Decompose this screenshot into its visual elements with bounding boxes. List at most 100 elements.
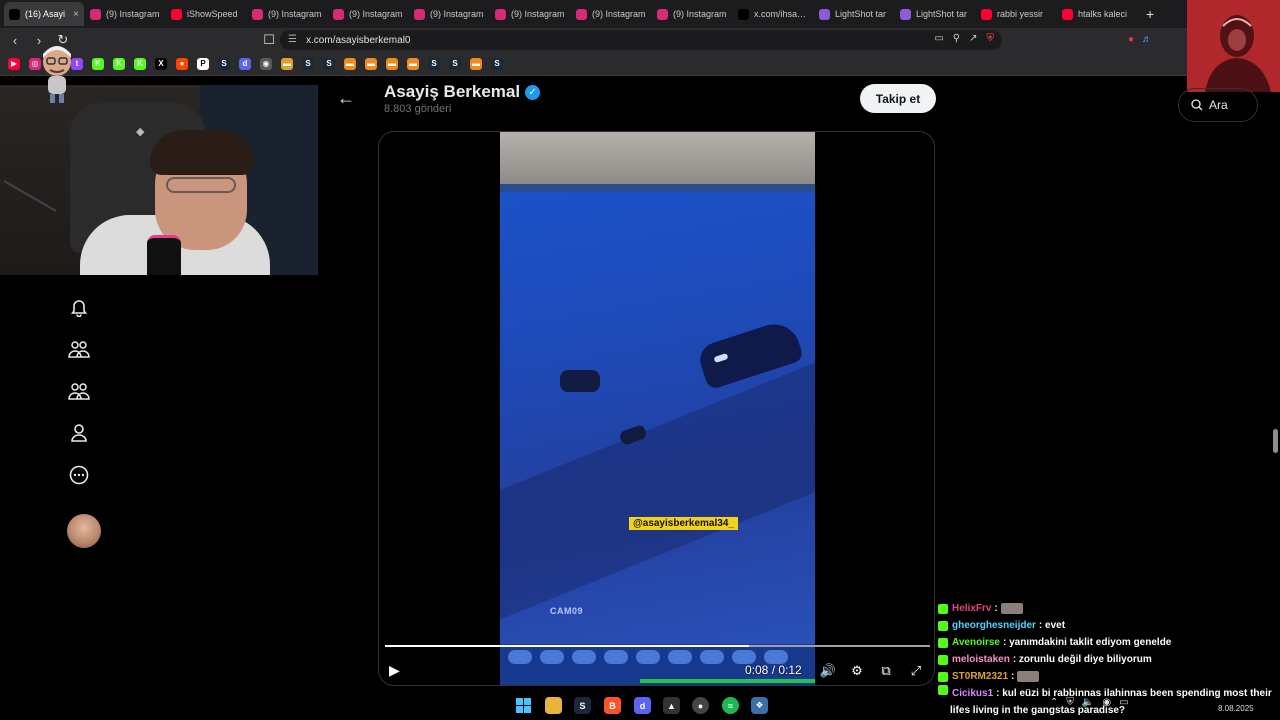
back-icon[interactable]: ‹ [6, 31, 24, 49]
tray-steam-icon[interactable]: ◉ [1102, 697, 1111, 708]
sidebar-item-notifications[interactable] [67, 295, 91, 319]
x-logo-icon[interactable]: X [155, 57, 167, 70]
tab-title: (9) Instagram [106, 9, 160, 19]
folder-icon[interactable]: ▬ [281, 57, 293, 70]
tab-4[interactable]: (9) Instagram [328, 2, 408, 26]
tab-6[interactable]: (9) Instagram [490, 2, 570, 26]
back-arrow-icon[interactable]: ← [337, 88, 357, 108]
follow-button[interactable]: Takip et [860, 84, 936, 113]
spotify-taskbar-icon[interactable]: ≈ [722, 697, 739, 714]
tab-2[interactable]: iShowSpeed [166, 2, 246, 26]
tray-shield-icon[interactable]: ⛨ [1066, 697, 1074, 708]
audio-icon[interactable]: ♬ [1142, 34, 1152, 45]
volume-icon[interactable]: 🔊 [819, 662, 837, 680]
kick-icon[interactable]: K [92, 57, 104, 70]
tab-13[interactable]: htalks kaleci [1057, 2, 1137, 26]
steam-icon[interactable]: S [428, 57, 440, 70]
patreon-icon[interactable]: P [197, 57, 209, 70]
steam-icon[interactable]: S [323, 57, 335, 70]
tab-11[interactable]: LightShot tar [895, 2, 975, 26]
chat-username[interactable]: HelixFrv [952, 603, 991, 614]
discord-icon[interactable]: d [239, 57, 251, 70]
tray-chevron-icon[interactable]: ⌃ [1050, 697, 1058, 708]
chat-username[interactable]: ST0RM2321 [952, 671, 1008, 682]
bookmark-icon[interactable]: ▬ [470, 57, 482, 70]
tab-10[interactable]: LightShot tar [814, 2, 894, 26]
windows-start-icon[interactable] [515, 697, 532, 714]
app-taskbar-icon[interactable]: ▲ [663, 697, 680, 714]
tab-7[interactable]: (9) Instagram [571, 2, 651, 26]
address-bar[interactable]: ☰ x.com/asayisberkemal0 ▭ ⚲ ↗ ⛨ [280, 30, 1002, 50]
brave-taskbar-icon[interactable]: B [604, 697, 621, 714]
tab-3[interactable]: (9) Instagram [247, 2, 327, 26]
bookmark-icon[interactable]: ▬ [365, 57, 377, 70]
tray-display-icon[interactable]: ▭ [1119, 697, 1128, 708]
chat-username[interactable]: Avenoirse [952, 637, 1000, 648]
sticker-avatar-icon [43, 46, 71, 103]
groups-icon [68, 383, 90, 400]
file-explorer-icon[interactable] [545, 697, 562, 714]
search-input[interactable]: Ara [1178, 88, 1258, 122]
dvr-button [636, 650, 660, 664]
steam-icon[interactable]: S [218, 57, 230, 70]
network-app-taskbar-icon[interactable]: ❖ [751, 697, 768, 714]
steam-icon[interactable]: S [302, 57, 314, 70]
camera-label: CAM09 [550, 606, 584, 616]
dvr-button [572, 650, 596, 664]
steam-taskbar-icon[interactable]: S [574, 697, 591, 714]
tab-0[interactable]: (16) Asayi × [4, 2, 84, 26]
video-player[interactable]: @asayisberkemal34_ CAM09 ▶ 0:08 / 0:12 🔊… [378, 131, 935, 686]
tray-volume-icon[interactable]: 🔈 [1082, 697, 1094, 708]
tab-close-icon[interactable]: × [73, 9, 79, 20]
sidebar-item-more[interactable] [67, 463, 91, 487]
tab-5[interactable]: (9) Instagram [409, 2, 489, 26]
kick-icon[interactable]: K [134, 57, 146, 70]
person-icon [71, 424, 87, 442]
obs-taskbar-icon[interactable]: ● [692, 697, 709, 714]
pip-icon[interactable]: ⧉ [877, 662, 895, 680]
dvr-timeline [640, 679, 815, 683]
chat-text: yanımdakini taklit ediyom genelde [1009, 637, 1172, 648]
post-count: 8.803 gönderi [384, 103, 452, 115]
kick-icon[interactable]: K [113, 57, 125, 70]
share-icon[interactable]: ↗ [969, 33, 977, 44]
tab-1[interactable]: (9) Instagram [85, 2, 165, 26]
bookmark-icon[interactable]: ▬ [344, 57, 356, 70]
chat-message: Avenoirse: yanımdakini taklit ediyom gen… [938, 634, 1280, 651]
sidebar-item-communities[interactable] [67, 337, 91, 361]
brave-shield-icon[interactable]: ⛨ [987, 33, 995, 44]
reddit-icon[interactable]: ● [176, 57, 188, 70]
steam-icon[interactable]: S [449, 57, 461, 70]
discord-taskbar-icon[interactable]: d [634, 697, 651, 714]
video-progress-bar[interactable] [385, 645, 930, 647]
youtube-icon [171, 8, 182, 20]
chat-username[interactable]: meloistaken [952, 654, 1010, 665]
sidebar-item-groups[interactable] [67, 379, 91, 403]
play-icon[interactable]: ▶ [389, 662, 405, 678]
tab-12[interactable]: rabbi yessir [976, 2, 1056, 26]
bookmark-icon[interactable]: ▬ [386, 57, 398, 70]
fullscreen-icon[interactable]: ⤢ [907, 662, 925, 680]
tab-title: x.com/ihsanm [754, 9, 808, 19]
globe-icon[interactable]: ◉ [260, 57, 272, 70]
extensions-area[interactable]: ● ♬ [1128, 34, 1152, 45]
account-avatar[interactable] [67, 514, 101, 548]
tab-8[interactable]: (9) Instagram [652, 2, 732, 26]
zoom-icon[interactable]: ⚲ [953, 33, 960, 44]
chat-username[interactable]: gheorghesneijder [952, 620, 1036, 631]
cast-icon[interactable]: ▭ [934, 33, 943, 44]
communities-icon [68, 341, 90, 358]
site-settings-icon[interactable]: ☰ [288, 34, 297, 45]
extension-icon[interactable]: ● [1128, 34, 1134, 45]
tab-9[interactable]: x.com/ihsanm [733, 2, 813, 26]
new-tab-button[interactable]: + [1146, 6, 1154, 22]
steam-icon[interactable]: S [491, 57, 503, 70]
chat-message: HelixFrv: [938, 600, 1280, 617]
bookmark-star-icon[interactable]: ☐ [260, 31, 278, 49]
sidebar-item-profile[interactable] [67, 421, 91, 445]
bookmark-icon[interactable]: ▬ [407, 57, 419, 70]
page-scrollbar[interactable] [1273, 429, 1278, 453]
youtube-icon[interactable]: ▶ [8, 57, 20, 70]
settings-gear-icon[interactable]: ⚙ [848, 662, 866, 680]
chat-badge-icon [938, 603, 948, 614]
